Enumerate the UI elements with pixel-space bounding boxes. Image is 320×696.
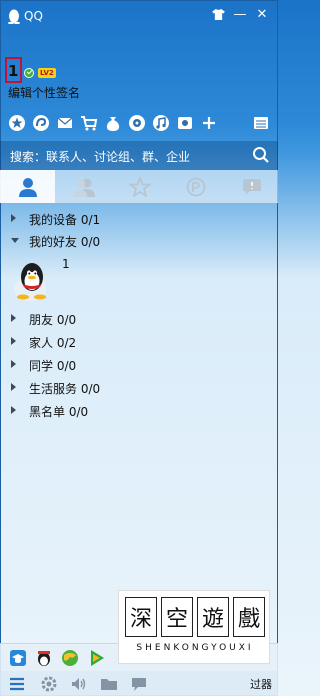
sound-button[interactable] bbox=[70, 675, 88, 693]
group-label: 家人 0/2 bbox=[29, 336, 77, 350]
chat-icon bbox=[242, 178, 261, 195]
watermark-char: 戲 bbox=[233, 597, 265, 637]
person-icon bbox=[18, 177, 37, 197]
avatar bbox=[14, 263, 46, 301]
penguin-game-icon bbox=[38, 651, 50, 666]
collapsed-arrow-icon bbox=[11, 337, 16, 345]
globe-icon bbox=[62, 650, 78, 666]
music-app-button[interactable] bbox=[152, 114, 170, 132]
game-icon bbox=[129, 115, 145, 131]
group-label: 生活服务 0/0 bbox=[29, 382, 101, 396]
add-app-button[interactable] bbox=[200, 114, 218, 132]
group-my-devices[interactable]: 我的设备 0/1 bbox=[0, 208, 278, 230]
minimize-icon: — bbox=[233, 7, 247, 22]
message-icon bbox=[132, 678, 146, 691]
wallet-app-button[interactable] bbox=[104, 114, 122, 132]
browser-button[interactable] bbox=[61, 649, 79, 667]
close-button[interactable]: ✕ bbox=[252, 6, 272, 24]
grid-icon bbox=[254, 117, 268, 129]
qq-penguin-icon bbox=[8, 9, 20, 24]
bottom-toolbar: 过器 bbox=[0, 671, 278, 696]
find-button-label[interactable]: 过器 bbox=[250, 676, 272, 692]
group-blacklist[interactable]: 黑名单 0/0 bbox=[0, 400, 278, 422]
app-manager-button[interactable] bbox=[252, 114, 270, 132]
search-input[interactable]: 搜索：联系人、讨论组、群、企业 bbox=[10, 148, 190, 165]
video-button[interactable] bbox=[88, 649, 106, 667]
group-life-services[interactable]: 生活服务 0/0 bbox=[0, 377, 278, 399]
plus-icon bbox=[203, 117, 215, 129]
space-app-button[interactable] bbox=[32, 114, 50, 132]
expanded-arrow-icon bbox=[11, 238, 19, 243]
tab-groups[interactable] bbox=[56, 170, 111, 203]
star-badge-icon bbox=[9, 115, 25, 131]
music-icon bbox=[153, 115, 169, 131]
qq-game-button[interactable] bbox=[35, 649, 53, 667]
tab-zone[interactable] bbox=[168, 170, 223, 203]
swirl-icon bbox=[33, 115, 49, 131]
file-transfer-button[interactable] bbox=[100, 675, 118, 693]
minimize-button[interactable]: — bbox=[230, 6, 250, 24]
online-status-icon[interactable] bbox=[24, 68, 34, 78]
collapsed-arrow-icon bbox=[11, 383, 16, 391]
speaker-icon bbox=[72, 678, 86, 690]
messages-button[interactable] bbox=[130, 675, 148, 693]
nickname[interactable]: 1 bbox=[8, 62, 18, 80]
collapsed-arrow-icon bbox=[11, 360, 16, 368]
play-icon bbox=[91, 650, 104, 666]
cart-icon bbox=[81, 116, 98, 131]
group-my-friends[interactable]: 我的好友 0/0 bbox=[0, 230, 278, 252]
shirt-icon bbox=[211, 9, 225, 20]
settings-button[interactable] bbox=[40, 675, 58, 693]
tab-messages[interactable] bbox=[224, 170, 279, 203]
group-label: 同学 0/0 bbox=[29, 359, 77, 373]
group-label: 朋友 0/0 bbox=[29, 313, 77, 327]
graduation-cap-icon bbox=[10, 650, 26, 666]
collapsed-arrow-icon bbox=[11, 314, 16, 322]
skin-button[interactable] bbox=[208, 6, 228, 24]
watermark-char: 遊 bbox=[197, 597, 229, 637]
app-title: QQ bbox=[24, 9, 43, 23]
watermark-pinyin: SHENKONGYOUXI bbox=[136, 643, 254, 653]
group-classmates[interactable]: 同学 0/0 bbox=[0, 354, 278, 376]
group-family[interactable]: 家人 0/2 bbox=[0, 331, 278, 353]
group-label: 我的好友 0/0 bbox=[29, 235, 101, 249]
money-bag-icon bbox=[106, 117, 120, 131]
watermark-logo: 深 空 遊 戲 SHENKONGYOUXI bbox=[118, 590, 270, 664]
group-friends[interactable]: 朋友 0/0 bbox=[0, 308, 278, 330]
tencent-edu-button[interactable] bbox=[9, 649, 27, 667]
star-icon bbox=[128, 176, 151, 197]
app-toolbar bbox=[0, 114, 278, 134]
mail-icon bbox=[57, 117, 73, 128]
folder-icon bbox=[101, 679, 117, 690]
photo-icon bbox=[178, 117, 192, 129]
favorites-app-button[interactable] bbox=[8, 114, 26, 132]
gear-icon bbox=[41, 676, 57, 692]
title-bar[interactable]: QQ — ✕ bbox=[0, 0, 278, 34]
watermark-char: 深 bbox=[125, 597, 157, 637]
search-icon[interactable] bbox=[252, 146, 270, 164]
tab-contacts[interactable] bbox=[0, 170, 55, 203]
signature-edit[interactable]: 编辑个性签名 bbox=[8, 84, 80, 101]
photo-app-button[interactable] bbox=[176, 114, 194, 132]
close-icon: ✕ bbox=[256, 7, 268, 22]
contact-tabs bbox=[0, 170, 278, 203]
collapsed-arrow-icon bbox=[11, 214, 16, 222]
main-menu-button[interactable] bbox=[8, 675, 26, 693]
shop-app-button[interactable] bbox=[80, 114, 98, 132]
group-label: 黑名单 0/0 bbox=[29, 405, 89, 419]
search-bar[interactable]: 搜索：联系人、讨论组、群、企业 bbox=[0, 141, 278, 170]
collapsed-arrow-icon bbox=[11, 406, 16, 414]
watermark-chars: 深 空 遊 戲 bbox=[125, 597, 265, 637]
games-app-button[interactable] bbox=[128, 114, 146, 132]
menu-icon bbox=[10, 677, 24, 691]
level-badge[interactable]: LV2 bbox=[38, 68, 56, 78]
watermark-char: 空 bbox=[161, 597, 193, 637]
group-icon bbox=[72, 178, 95, 197]
contact-name: 1 bbox=[62, 257, 70, 271]
swirl-tab-icon bbox=[186, 177, 205, 196]
tab-favorites[interactable] bbox=[112, 170, 167, 203]
mail-app-button[interactable] bbox=[56, 114, 74, 132]
group-label: 我的设备 0/1 bbox=[29, 213, 101, 227]
